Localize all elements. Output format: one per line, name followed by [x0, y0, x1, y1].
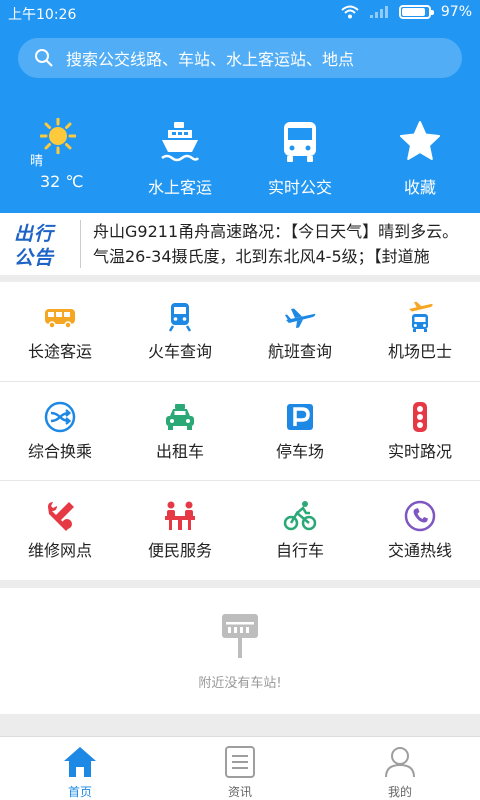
- tab-home[interactable]: 首页: [0, 737, 160, 800]
- service-row: 维修网点 便民服务 自行车 交通热线: [0, 480, 480, 579]
- weather-condition: 晴: [30, 154, 44, 169]
- status-time: 上午10:26: [8, 7, 77, 23]
- parking-icon: [287, 404, 313, 430]
- airplane-icon: [285, 308, 316, 328]
- train-icon: [168, 303, 192, 332]
- service-grid: 长途客运 火车查询 航班查询 机场巴士 综合换乘 出租车 停车场 实时路况 维修…: [0, 282, 480, 580]
- service-convenience[interactable]: 便民服务: [120, 481, 240, 579]
- quick-water-transport[interactable]: 水上客运: [120, 112, 240, 204]
- header: 上午10:26 97% 搜索公交线路、车站、水上客运站、地点 晴 32 ℃ 水上…: [0, 0, 480, 213]
- service-bicycle[interactable]: 自行车: [240, 481, 360, 579]
- service-label: 维修网点: [27, 541, 92, 560]
- quick-label: 水上客运: [147, 178, 212, 197]
- bicycle-icon: [283, 501, 317, 531]
- star-icon: [400, 121, 440, 160]
- bus-icon: [284, 122, 316, 162]
- service-long-distance-bus[interactable]: 长途客运: [0, 282, 120, 381]
- profile-icon: [385, 747, 415, 778]
- traffic-light-icon: [413, 402, 427, 432]
- tab-news[interactable]: 资讯: [160, 737, 320, 800]
- service-label: 交通热线: [387, 541, 452, 560]
- quick-label: 实时公交: [267, 178, 332, 197]
- tab-label: 首页: [67, 785, 92, 799]
- status-icons: 97%: [341, 4, 472, 20]
- service-label: 实时路况: [387, 442, 452, 461]
- search-bar[interactable]: 搜索公交线路、车站、水上客运站、地点: [18, 38, 462, 78]
- quick-realtime-bus[interactable]: 实时公交: [240, 112, 360, 204]
- search-icon: [35, 49, 53, 67]
- service-row: 长途客运 火车查询 航班查询 机场巴士: [0, 282, 480, 381]
- service-hotline[interactable]: 交通热线: [360, 481, 480, 579]
- service-label: 自行车: [275, 541, 324, 560]
- service-label: 航班查询: [267, 342, 332, 361]
- notice-badge-line2: 公告: [14, 247, 55, 269]
- service-label: 综合换乘: [27, 442, 92, 461]
- airport-bus-icon: [409, 301, 433, 332]
- home-icon: [64, 747, 96, 777]
- coach-icon: [45, 309, 75, 329]
- battery-percent: 97%: [440, 4, 472, 20]
- tab-label: 我的: [387, 785, 412, 799]
- service-label: 火车查询: [147, 342, 212, 361]
- status-bar: 上午10:26 97%: [0, 0, 480, 26]
- service-repair[interactable]: 维修网点: [0, 481, 120, 579]
- weather-temperature: 32 ℃: [40, 172, 84, 191]
- bottom-tab-bar: 首页 资讯 我的: [0, 736, 480, 800]
- service-label: 便民服务: [147, 541, 212, 560]
- repair-icon: [48, 502, 74, 531]
- service-label: 停车场: [275, 442, 324, 461]
- wifi-icon: [341, 5, 359, 19]
- service-parking[interactable]: 停车场: [240, 382, 360, 480]
- nearby-empty-message: 附近没有车站!: [198, 676, 282, 691]
- search-placeholder: 搜索公交线路、车站、水上客运站、地点: [66, 50, 355, 69]
- service-label: 长途客运: [27, 342, 92, 361]
- signal-icon: [369, 6, 388, 18]
- service-flight[interactable]: 航班查询: [240, 282, 360, 381]
- ship-icon: [161, 122, 200, 162]
- quick-favorites[interactable]: 收藏: [360, 112, 480, 204]
- phone-icon: [404, 500, 436, 532]
- service-airport-bus[interactable]: 机场巴士: [360, 282, 480, 381]
- tab-label: 资讯: [227, 785, 252, 799]
- weather-widget[interactable]: 晴 32 ℃: [0, 112, 120, 204]
- travel-notice[interactable]: 出行 公告 舟山G9211甬舟高速路况：【今日天气】晴到多云。气温26-34摄氏…: [0, 213, 480, 275]
- notice-badge-line1: 出行: [14, 223, 55, 245]
- service-label: 机场巴士: [387, 342, 452, 361]
- quick-label: 收藏: [403, 178, 436, 197]
- notice-divider: [80, 220, 81, 268]
- service-taxi[interactable]: 出租车: [120, 382, 240, 480]
- battery-icon: [398, 5, 434, 19]
- notice-badge: 出行 公告: [14, 219, 74, 269]
- notice-text: 舟山G9211甬舟高速路况：【今日天气】晴到多云。气温26-34摄氏度，北到东北…: [93, 222, 459, 266]
- service-live-traffic[interactable]: 实时路况: [360, 382, 480, 480]
- news-icon: [225, 746, 255, 778]
- service-row: 综合换乘 出租车 停车场 实时路况: [0, 381, 480, 480]
- transfer-icon: [44, 401, 76, 433]
- sun-icon: [40, 118, 76, 154]
- bus-stop-sign-icon: [222, 614, 258, 658]
- nearby-stations: 附近没有车站!: [0, 588, 480, 714]
- service-transfer[interactable]: 综合换乘: [0, 382, 120, 480]
- service-label: 出租车: [155, 442, 204, 461]
- service-desk-icon: [165, 501, 195, 530]
- tab-profile[interactable]: 我的: [320, 737, 480, 800]
- quick-actions: 晴 32 ℃ 水上客运 实时公交 收藏: [0, 112, 480, 204]
- service-train[interactable]: 火车查询: [120, 282, 240, 381]
- taxi-icon: [166, 404, 194, 430]
